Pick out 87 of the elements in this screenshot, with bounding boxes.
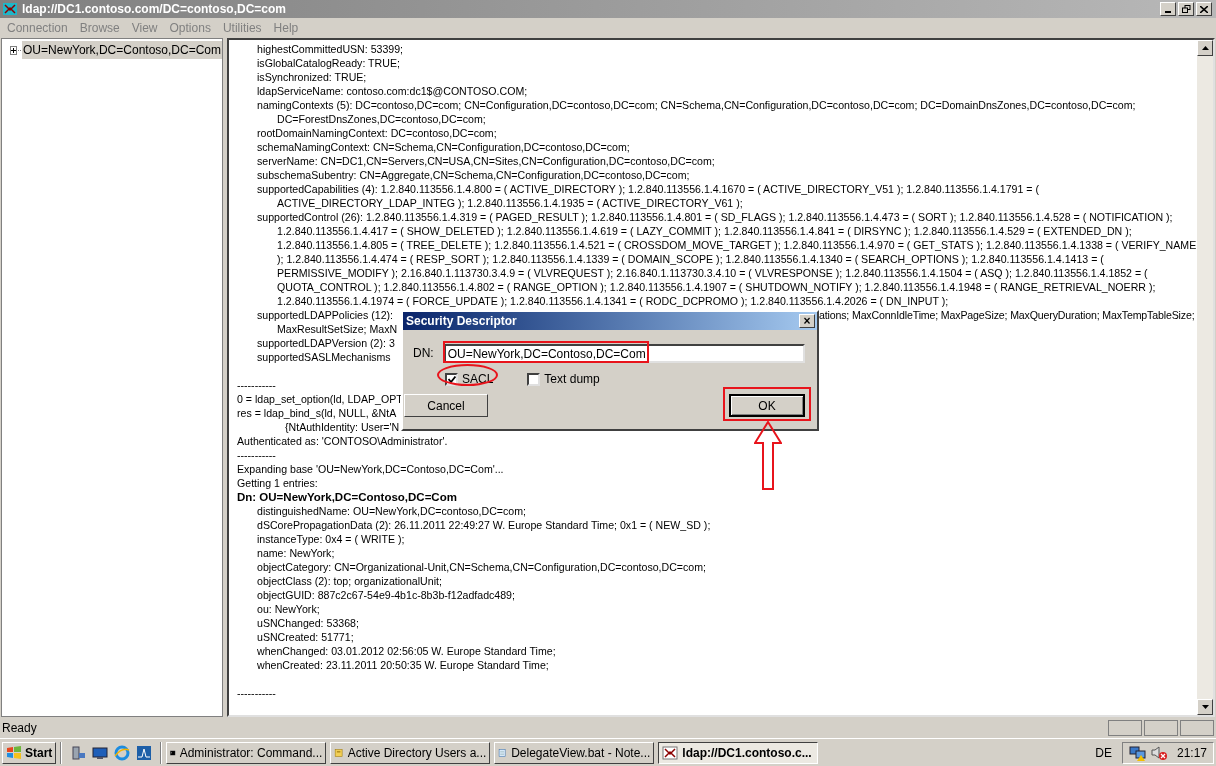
taskbar-button[interactable]: DelegateView.bat - Note...	[494, 741, 655, 764]
highlight-ellipse	[437, 364, 498, 386]
clock: 21:17	[1176, 744, 1207, 762]
status-panel	[1180, 720, 1214, 736]
restore-button[interactable]	[1178, 2, 1194, 16]
output-line: distinguishedName: OU=NewYork,DC=contoso,DC=com;	[257, 505, 526, 517]
output-line: instanceType: 0x4 = ( WRITE );	[257, 533, 405, 545]
restore-icon	[1181, 5, 1191, 13]
output-line: -----------	[237, 379, 276, 391]
output-line: namingContexts (5): DC=contoso,DC=com; CN=Configuration,DC=contoso,DC=com; CN=Schema,CN=Configuration,DC=contoso,DC=com; DC=DomainDnsZones,DC=contoso,DC=com;	[257, 99, 1136, 111]
up-arrow-icon	[754, 421, 782, 491]
field-label: DN:	[413, 344, 434, 362]
output-line: whenChanged: 03.01.2012 02:56:05 W. Europe Standard Time;	[257, 645, 556, 657]
expand-toggle[interactable]	[10, 45, 17, 55]
output-line: supportedCapabilities (4): 1.2.840.113556.1.4.800 = ( ACTIVE_DIRECTORY ); 1.2.840.113556.1.4.1670 = ( ACTIVE_DIRECTORY_V51 ); 1.2.840.113556.1.4.1791 = (	[257, 183, 1039, 195]
status-panel	[1108, 720, 1142, 736]
output-line: supportedControl (26): 1.2.840.113556.1.4.319 = ( PAGED_RESULT ); 1.2.840.113556.1.4.801 = ( SD_FLAGS ); 1.2.840.113556.1.4.473 = ( SORT ); 1.2.840.113556.1.4.528 = ( NOTIFICATION );	[257, 211, 1173, 223]
vertical-scrollbar[interactable]	[1197, 40, 1213, 715]
output-line: name: NewYork;	[257, 547, 335, 559]
checkbox[interactable]: SACL	[445, 370, 494, 388]
taskbar-button[interactable]: Active Directory Users a...	[330, 741, 491, 764]
language-indicator[interactable]: DE	[1089, 743, 1118, 762]
start-button[interactable]: Start	[2, 741, 57, 764]
output-line: ations; MaxConnIdleTime; MaxPageSize; MaxQueryDuration; MaxTempTableSize;	[819, 308, 1195, 322]
scroll-down-icon[interactable]	[1201, 705, 1209, 709]
dialog-title: Security Descriptor	[406, 313, 517, 330]
output-line: isSynchronized: TRUE;	[257, 71, 367, 83]
speaker-muted-icon[interactable]	[1150, 744, 1167, 761]
output-line: MaxResultSetSize; MaxN	[277, 323, 398, 335]
minimize-button[interactable]	[1160, 2, 1176, 16]
output-line: isGlobalCatalogReady: TRUE;	[257, 57, 400, 69]
output-line: {NtAuthIdentity: User='N	[285, 421, 400, 433]
window-title: ldap://DC1.contoso.com/DC=contoso,DC=com	[22, 1, 288, 18]
dn-field[interactable]: OU=NewYork,DC=Contoso,DC=Com	[443, 344, 805, 363]
output-line: objectGUID: 887c2c67-54e9-4b1c-8b3b-f12adfadc489;	[257, 589, 515, 601]
checkbox[interactable]: Text dump	[527, 370, 600, 388]
output-line: -----------	[237, 449, 276, 461]
output-line: 1.2.840.113556.1.4.1974 = ( FORCE_UPDATE ); 1.2.840.113556.1.4.1341 = ( RODC_DCPROMO ); 1.2.840.113556.1.4.2026 = ( DN_INPUT );	[277, 295, 949, 307]
output-line: Authenticated as: 'CONTOSO\Administrator'.	[237, 435, 448, 447]
output-line: supportedSASLMechanisms	[257, 351, 391, 363]
output-line: ); 1.2.840.113556.1.4.474 = ( RESP_SORT ); 1.2.840.113556.1.4.1339 = ( DOMAIN_SCOPE ); 1.2.840.113556.1.4.1340 = ( SEARCH_OPTIONS ); 1.2.840.113556.1.4.1413 = (	[277, 253, 1104, 265]
output-line: uSNChanged: 53368;	[257, 617, 359, 629]
output-line: 0 = ldap_set_option(ld, LDAP_OPT	[237, 393, 403, 405]
output-line: objectClass (2): top; organizationalUnit;	[257, 575, 442, 587]
output-line: objectCategory: CN=Organizational-Unit,CN=Schema,CN=Configuration,DC=contoso,DC=com;	[257, 561, 706, 573]
output-line: rootDomainNamingContext: DC=contoso,DC=com;	[257, 127, 497, 139]
output-line: PERMISSIVE_MODIFY ); 2.16.840.1.113730.3.4.9 = ( VLVREQUEST ); 2.16.840.1.113730.3.4.10 = ( VLVRESPONSE ); 1.2.840.113556.1.4.1504 = ( ASQ ); 1.2.840.113556.1.4.1852 = (	[277, 267, 1148, 279]
taskbar-button[interactable]: ldap://DC1.contoso.c...	[658, 741, 819, 764]
output-line: res = ldap_bind_s(ld, NULL, &NtA	[237, 407, 397, 419]
output-line: ou: NewYork;	[257, 603, 320, 615]
output-line: 1.2.840.113556.1.4.417 = ( SHOW_DELETED ); 1.2.840.113556.1.4.619 = ( LAZY_COMMIT ); 1.2.840.113556.1.4.841 = ( DIRSYNC ); 1.2.840.113556.1.4.529 = ( EXTENDED_DN );	[277, 225, 1132, 237]
output-line: supportedLDAPPolicies (12):	[257, 309, 394, 321]
output-line: supportedLDAPVersion (2): 3	[257, 337, 395, 349]
dialog-close-button[interactable]: ×	[799, 314, 815, 328]
network-icon[interactable]	[1128, 744, 1147, 761]
dialog-button[interactable]: Cancel	[404, 394, 488, 417]
output-line: Expanding base 'OU=NewYork,DC=Contoso,DC=Com'...	[237, 463, 504, 475]
output-line: schemaNamingContext: CN=Schema,CN=Configuration,DC=contoso,DC=com;	[257, 141, 630, 153]
output-line: Dn: OU=NewYork,DC=Contoso,DC=Com	[237, 491, 457, 503]
chart-icon[interactable]	[136, 744, 153, 761]
output-line: subschemaSubentry: CN=Aggregate,CN=Schema,CN=Configuration,DC=contoso,DC=com;	[257, 169, 690, 181]
tree-item[interactable]: OU=NewYork,DC=Contoso,DC=Com	[22, 41, 222, 59]
output-line: uSNCreated: 51771;	[257, 631, 354, 643]
output-line: dSCorePropagationData (2): 26.11.2011 22:49:27 W. Europe Standard Time; 0x1 = ( NEW_SD );	[257, 519, 711, 531]
server-icon[interactable]	[70, 744, 87, 761]
dialog-button[interactable]: OK	[729, 394, 805, 417]
status-panel	[1144, 720, 1178, 736]
taskbar-button[interactable]: Administrator: Command...	[166, 741, 327, 764]
output-line: ldapServiceName: contoso.com:dc1$@CONTOSO.COM;	[257, 85, 528, 97]
windows-logo-icon	[6, 745, 22, 760]
output-line: whenCreated: 23.11.2011 20:50:35 W. Europe Standard Time;	[257, 659, 549, 671]
output-line: DC=ForestDnsZones,DC=contoso,DC=com;	[277, 113, 486, 125]
output-line: Getting 1 entries:	[237, 477, 318, 489]
output-line: ACTIVE_DIRECTORY_LDAP_INTEG ); 1.2.840.113556.1.4.1935 = ( ACTIVE_DIRECTORY_V61 );	[277, 197, 743, 209]
output-line: QUOTA_CONTROL ); 1.2.840.113556.1.4.802 = ( RANGE_OPTION ); 1.2.840.113556.1.4.1907 = ( SHUTDOWN_NOTIFY ); 1.2.840.113556.1.4.1948 = ( RANGE_RETRIEVAL_NOERR );	[277, 281, 1156, 293]
output-line: 1.2.840.113556.1.4.805 = ( TREE_DELETE ); 1.2.840.113556.1.4.521 = ( CROSSDOM_MOVE_TARGET ); 1.2.840.113556.1.4.970 = ( GET_STATS ); 1.2.840.113556.1.4.1338 = ( VERIFY_NAME	[277, 239, 1197, 251]
output-line: highestCommittedUSN: 53399;	[257, 43, 404, 55]
scroll-up-icon[interactable]	[1201, 46, 1209, 50]
output-line: serverName: CN=DC1,CN=Servers,CN=USA,CN=Sites,CN=Configuration,DC=contoso,DC=com;	[257, 155, 715, 167]
close-icon	[1200, 5, 1208, 13]
output-line: -----------	[237, 687, 276, 699]
checkmark-icon	[447, 375, 456, 383]
status-text: Ready	[1, 720, 38, 737]
app-icon	[2, 1, 18, 17]
monitor-icon[interactable]	[92, 744, 109, 761]
close-button[interactable]	[1196, 2, 1212, 16]
app-icon	[662, 745, 679, 760]
